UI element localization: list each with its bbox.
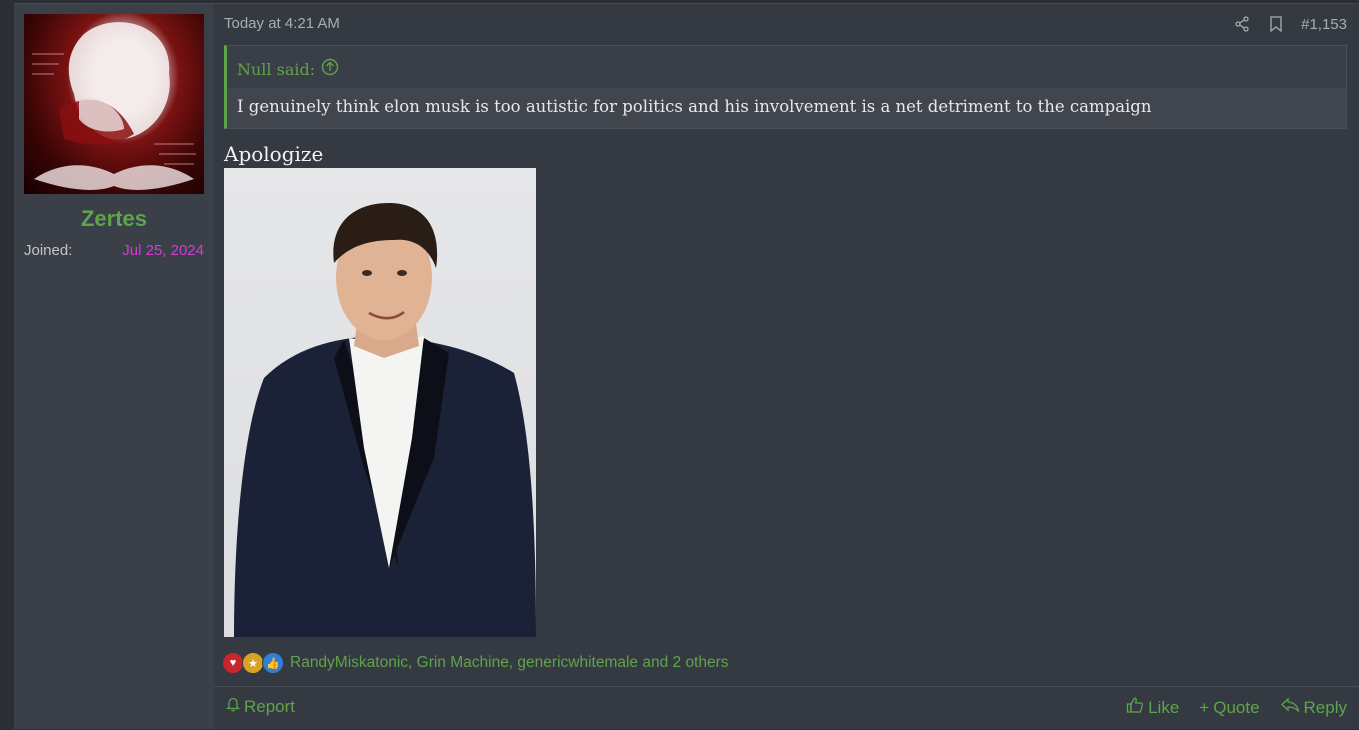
footer-actions: Like + Quote Reply	[1126, 696, 1347, 719]
reply-button[interactable]: Reply	[1280, 696, 1347, 719]
share-icon[interactable]	[1233, 15, 1251, 33]
plus-icon: +	[1199, 697, 1210, 717]
quote-author[interactable]: Null said:	[237, 60, 315, 79]
reaction-users[interactable]: RandyMiskatonic, Grin Machine, genericwh…	[290, 654, 729, 672]
post-body-text: Apologize	[224, 142, 324, 166]
like-button[interactable]: Like	[1126, 696, 1179, 719]
joined-date: Jul 25, 2024	[122, 242, 204, 259]
report-label: Report	[244, 696, 296, 716]
quote-text: I genuinely think elon musk is too autis…	[237, 97, 1152, 116]
report-button[interactable]: Report	[225, 696, 296, 717]
thumbs-up-outline-icon	[1126, 696, 1144, 719]
thumbs-up-icon[interactable]: 👍	[262, 652, 284, 674]
post-timestamp[interactable]: Today at 4:21 AM	[224, 15, 340, 32]
username[interactable]: Zertes	[14, 206, 214, 232]
reply-icon	[1280, 697, 1300, 718]
like-label: Like	[1148, 697, 1180, 717]
avatar[interactable]	[24, 14, 204, 194]
quote-body: I genuinely think elon musk is too autis…	[227, 88, 1346, 128]
forum-post: Zertes Joined: Jul 25, 2024 Today at 4:2…	[14, 3, 1359, 729]
post-footer: Report Like + Quote Reply	[214, 686, 1359, 730]
post-top-actions: #1,153	[1233, 15, 1347, 33]
post-number[interactable]: #1,153	[1301, 16, 1347, 33]
quote-header[interactable]: Null said:	[237, 58, 339, 80]
post-image[interactable]	[224, 168, 536, 637]
quote-block: Null said: I genuinely think elon musk i…	[224, 45, 1347, 129]
quote-button[interactable]: + Quote	[1199, 696, 1259, 719]
quote-label: Quote	[1213, 697, 1260, 717]
heart-icon[interactable]: ♥	[222, 652, 244, 674]
reply-label: Reply	[1303, 697, 1347, 717]
reactions-bar[interactable]: ♥ ★ 👍 RandyMiskatonic, Grin Machine, gen…	[222, 652, 729, 674]
medal-icon[interactable]: ★	[242, 652, 264, 674]
joined-label: Joined:	[24, 242, 73, 259]
bell-icon	[225, 696, 241, 717]
bookmark-icon[interactable]	[1267, 15, 1285, 33]
arrow-up-circle-icon[interactable]	[321, 58, 339, 80]
user-sidebar: Zertes Joined: Jul 25, 2024	[14, 4, 214, 729]
post-main: Today at 4:21 AM #1,153 Null said: I gen…	[214, 4, 1359, 729]
